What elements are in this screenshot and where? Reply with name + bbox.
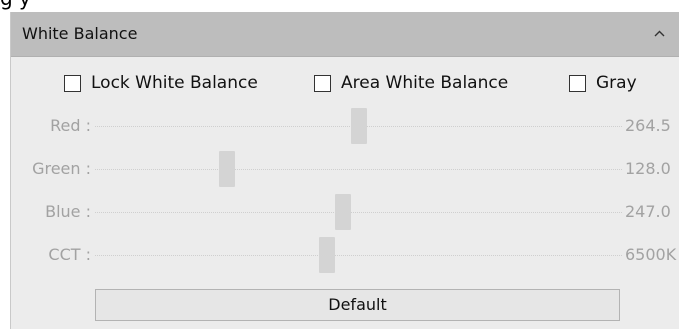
blue-value: 247.0 xyxy=(625,202,671,221)
red-label: Red : xyxy=(50,116,91,135)
default-button[interactable]: Default xyxy=(95,289,620,321)
gray-checkbox[interactable]: Gray xyxy=(569,68,637,98)
cct-slider-track[interactable] xyxy=(95,255,622,256)
checkbox-box[interactable] xyxy=(569,74,586,92)
green-label: Green : xyxy=(32,159,91,178)
panel-header[interactable]: White Balance xyxy=(11,12,679,57)
green-slider-track[interactable] xyxy=(95,169,622,170)
chevron-up-icon xyxy=(654,30,665,37)
red-slider-thumb[interactable] xyxy=(350,108,367,144)
green-slider-thumb[interactable] xyxy=(218,151,235,187)
green-value: 128.0 xyxy=(625,159,671,178)
checkbox-label: Lock White Balance xyxy=(91,73,258,93)
blue-slider-thumb[interactable] xyxy=(334,194,351,230)
checkbox-box[interactable] xyxy=(314,74,331,92)
checkbox-box[interactable] xyxy=(64,74,81,92)
checkbox-label: Gray xyxy=(596,73,637,93)
lock-white-balance-checkbox[interactable]: Lock White Balance xyxy=(64,68,258,98)
cct-slider-thumb[interactable] xyxy=(318,237,335,273)
cropped-caption-text: g y xyxy=(0,0,679,12)
panel-title: White Balance xyxy=(22,24,138,43)
cct-label: CCT : xyxy=(48,245,91,264)
area-white-balance-checkbox[interactable]: Area White Balance xyxy=(314,68,508,98)
blue-slider-track[interactable] xyxy=(95,212,622,213)
collapse-button[interactable] xyxy=(646,18,674,50)
cct-value: 6500K xyxy=(625,245,677,264)
caption-text: g y xyxy=(0,0,31,8)
white-balance-panel: White Balance Lock White Balance Area Wh… xyxy=(10,12,679,329)
red-value: 264.5 xyxy=(625,116,671,135)
blue-label: Blue : xyxy=(45,202,91,221)
checkbox-label: Area White Balance xyxy=(341,73,509,93)
